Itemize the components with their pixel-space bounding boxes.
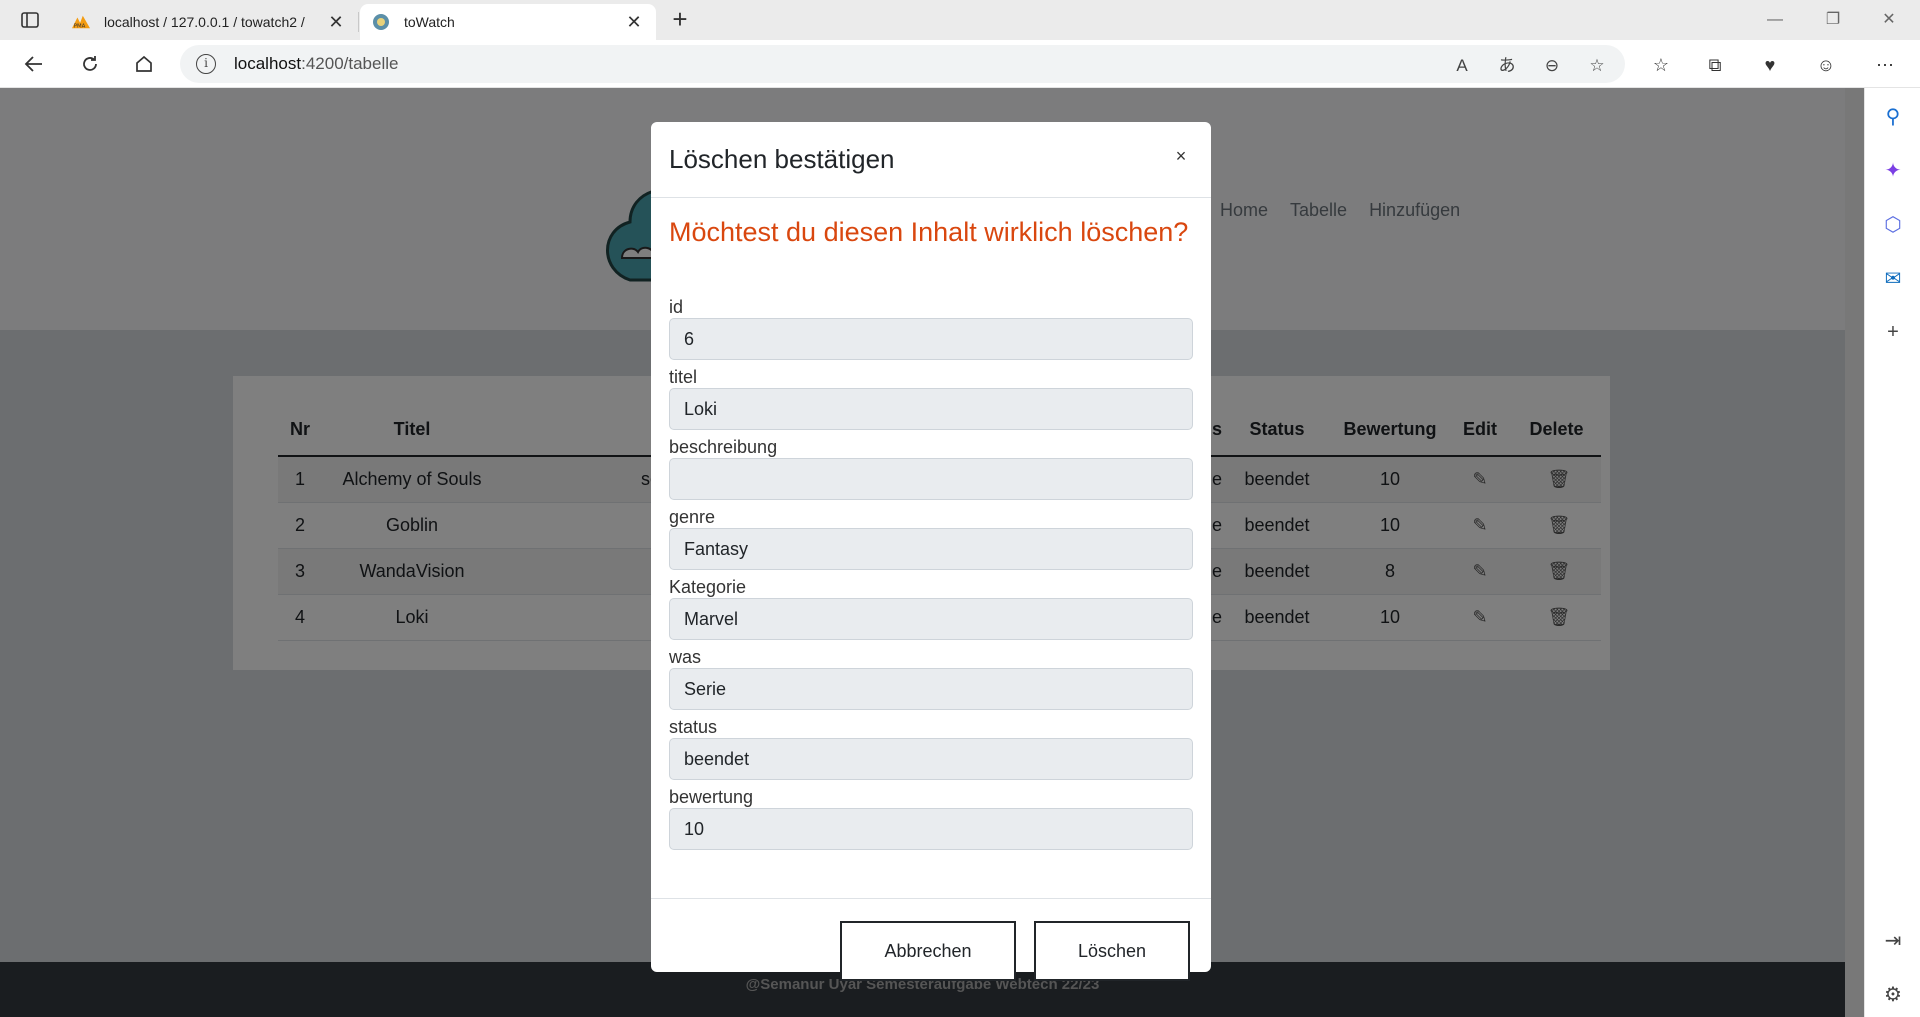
tab-towatch[interactable]: toWatch ✕ — [360, 4, 656, 40]
add-favorite-icon[interactable]: ☆ — [1585, 54, 1609, 78]
tab-phpmyadmin[interactable]: PMA localhost / 127.0.0.1 / towatch2 / ✕ — [60, 4, 358, 40]
id-field[interactable]: 6 — [669, 318, 1193, 360]
bewertung-field[interactable]: 10 — [669, 808, 1193, 850]
delete-confirm-modal: Löschen bestätigen × Möchtest du diesen … — [651, 122, 1211, 981]
zoom-icon[interactable]: ⊖ — [1540, 54, 1564, 78]
search-icon[interactable]: ⚲ — [1879, 102, 1907, 130]
tab-bar: PMA localhost / 127.0.0.1 / towatch2 / ✕… — [0, 0, 1920, 40]
tab-close-icon[interactable]: ✕ — [326, 12, 346, 33]
tab-close-icon[interactable]: ✕ — [624, 12, 644, 33]
browser-toolbar: i localhost:4200/tabelle A あ ⊖ ☆ ☆ ⧉ ♥ ☺… — [0, 40, 1920, 88]
modal-title: Löschen bestätigen — [669, 144, 895, 174]
page-viewport: Home Tabelle Hinzufügen Nr Titel Be s St… — [0, 88, 1864, 1017]
cancel-button[interactable]: Abbrechen — [840, 921, 1016, 981]
outlook-icon[interactable]: ✉ — [1879, 264, 1907, 292]
genre-field[interactable]: Fantasy — [669, 528, 1193, 570]
tab-title: localhost / 127.0.0.1 / towatch2 / — [104, 14, 305, 30]
tab-divider — [358, 12, 359, 32]
address-bar[interactable]: i localhost:4200/tabelle A あ ⊖ ☆ — [180, 45, 1625, 83]
status-field[interactable]: beendet — [669, 738, 1193, 780]
gear-icon[interactable]: ⚙ — [1879, 980, 1907, 1008]
delete-warning: Möchtest du diesen Inhalt wirklich lösch… — [669, 217, 1189, 247]
titel-field[interactable]: Loki — [669, 388, 1193, 430]
field-label-genre: genre — [669, 507, 716, 527]
svg-text:PMA: PMA — [74, 23, 86, 29]
site-info-icon[interactable]: i — [196, 54, 216, 74]
profile-icon[interactable]: ☺ — [1813, 52, 1839, 78]
delete-button[interactable]: Löschen — [1034, 921, 1190, 981]
close-icon[interactable]: × — [1169, 144, 1193, 168]
reload-icon[interactable] — [74, 48, 106, 80]
kategorie-field[interactable]: Marvel — [669, 598, 1193, 640]
field-label-id: id — [669, 297, 684, 317]
tab-actions-icon[interactable] — [14, 8, 46, 32]
phpmyadmin-favicon-icon: PMA — [72, 13, 90, 31]
minimize-icon[interactable]: — — [1752, 6, 1798, 34]
modal-header: Löschen bestätigen × — [651, 122, 1211, 198]
favorites-icon[interactable]: ☆ — [1648, 52, 1674, 78]
edge-sidebar: ⚲ ✦ ⬡ ✉ + ⇥ ⚙ — [1864, 88, 1920, 1017]
url-text[interactable]: localhost:4200/tabelle — [234, 54, 398, 74]
sidebar-collapse-icon[interactable]: ⇥ — [1879, 926, 1907, 954]
record-fields: id 6 titel Loki beschreibung genre Fanta… — [669, 296, 1193, 856]
settings-more-icon[interactable]: ⋯ — [1872, 52, 1898, 78]
translate-icon[interactable]: あ — [1495, 54, 1519, 78]
new-tab-icon[interactable]: + — [664, 6, 696, 34]
was-field[interactable]: Serie — [669, 668, 1193, 710]
back-icon[interactable] — [18, 48, 50, 80]
add-icon[interactable]: + — [1879, 318, 1907, 346]
modal-footer: Abbrechen Löschen — [651, 898, 1211, 981]
collections-icon[interactable]: ⧉ — [1702, 52, 1728, 78]
browser-essentials-icon[interactable]: ♥ — [1757, 52, 1783, 78]
field-label-was: was — [669, 647, 702, 667]
angular-favicon-icon — [372, 13, 390, 31]
copilot-icon[interactable]: ✦ — [1879, 156, 1907, 184]
field-label-titel: titel — [669, 367, 698, 387]
field-label-beschreibung: beschreibung — [669, 437, 778, 457]
close-window-icon[interactable]: ✕ — [1866, 6, 1912, 34]
tab-title: toWatch — [404, 14, 455, 30]
read-aloud-icon[interactable]: A — [1450, 54, 1474, 78]
beschreibung-field[interactable] — [669, 458, 1193, 500]
restore-icon[interactable]: ❐ — [1810, 6, 1856, 34]
field-label-status: status — [669, 717, 718, 737]
office-icon[interactable]: ⬡ — [1879, 210, 1907, 238]
home-icon[interactable] — [128, 48, 160, 80]
field-label-bewertung: bewertung — [669, 787, 754, 807]
field-label-kategorie: Kategorie — [669, 577, 747, 597]
